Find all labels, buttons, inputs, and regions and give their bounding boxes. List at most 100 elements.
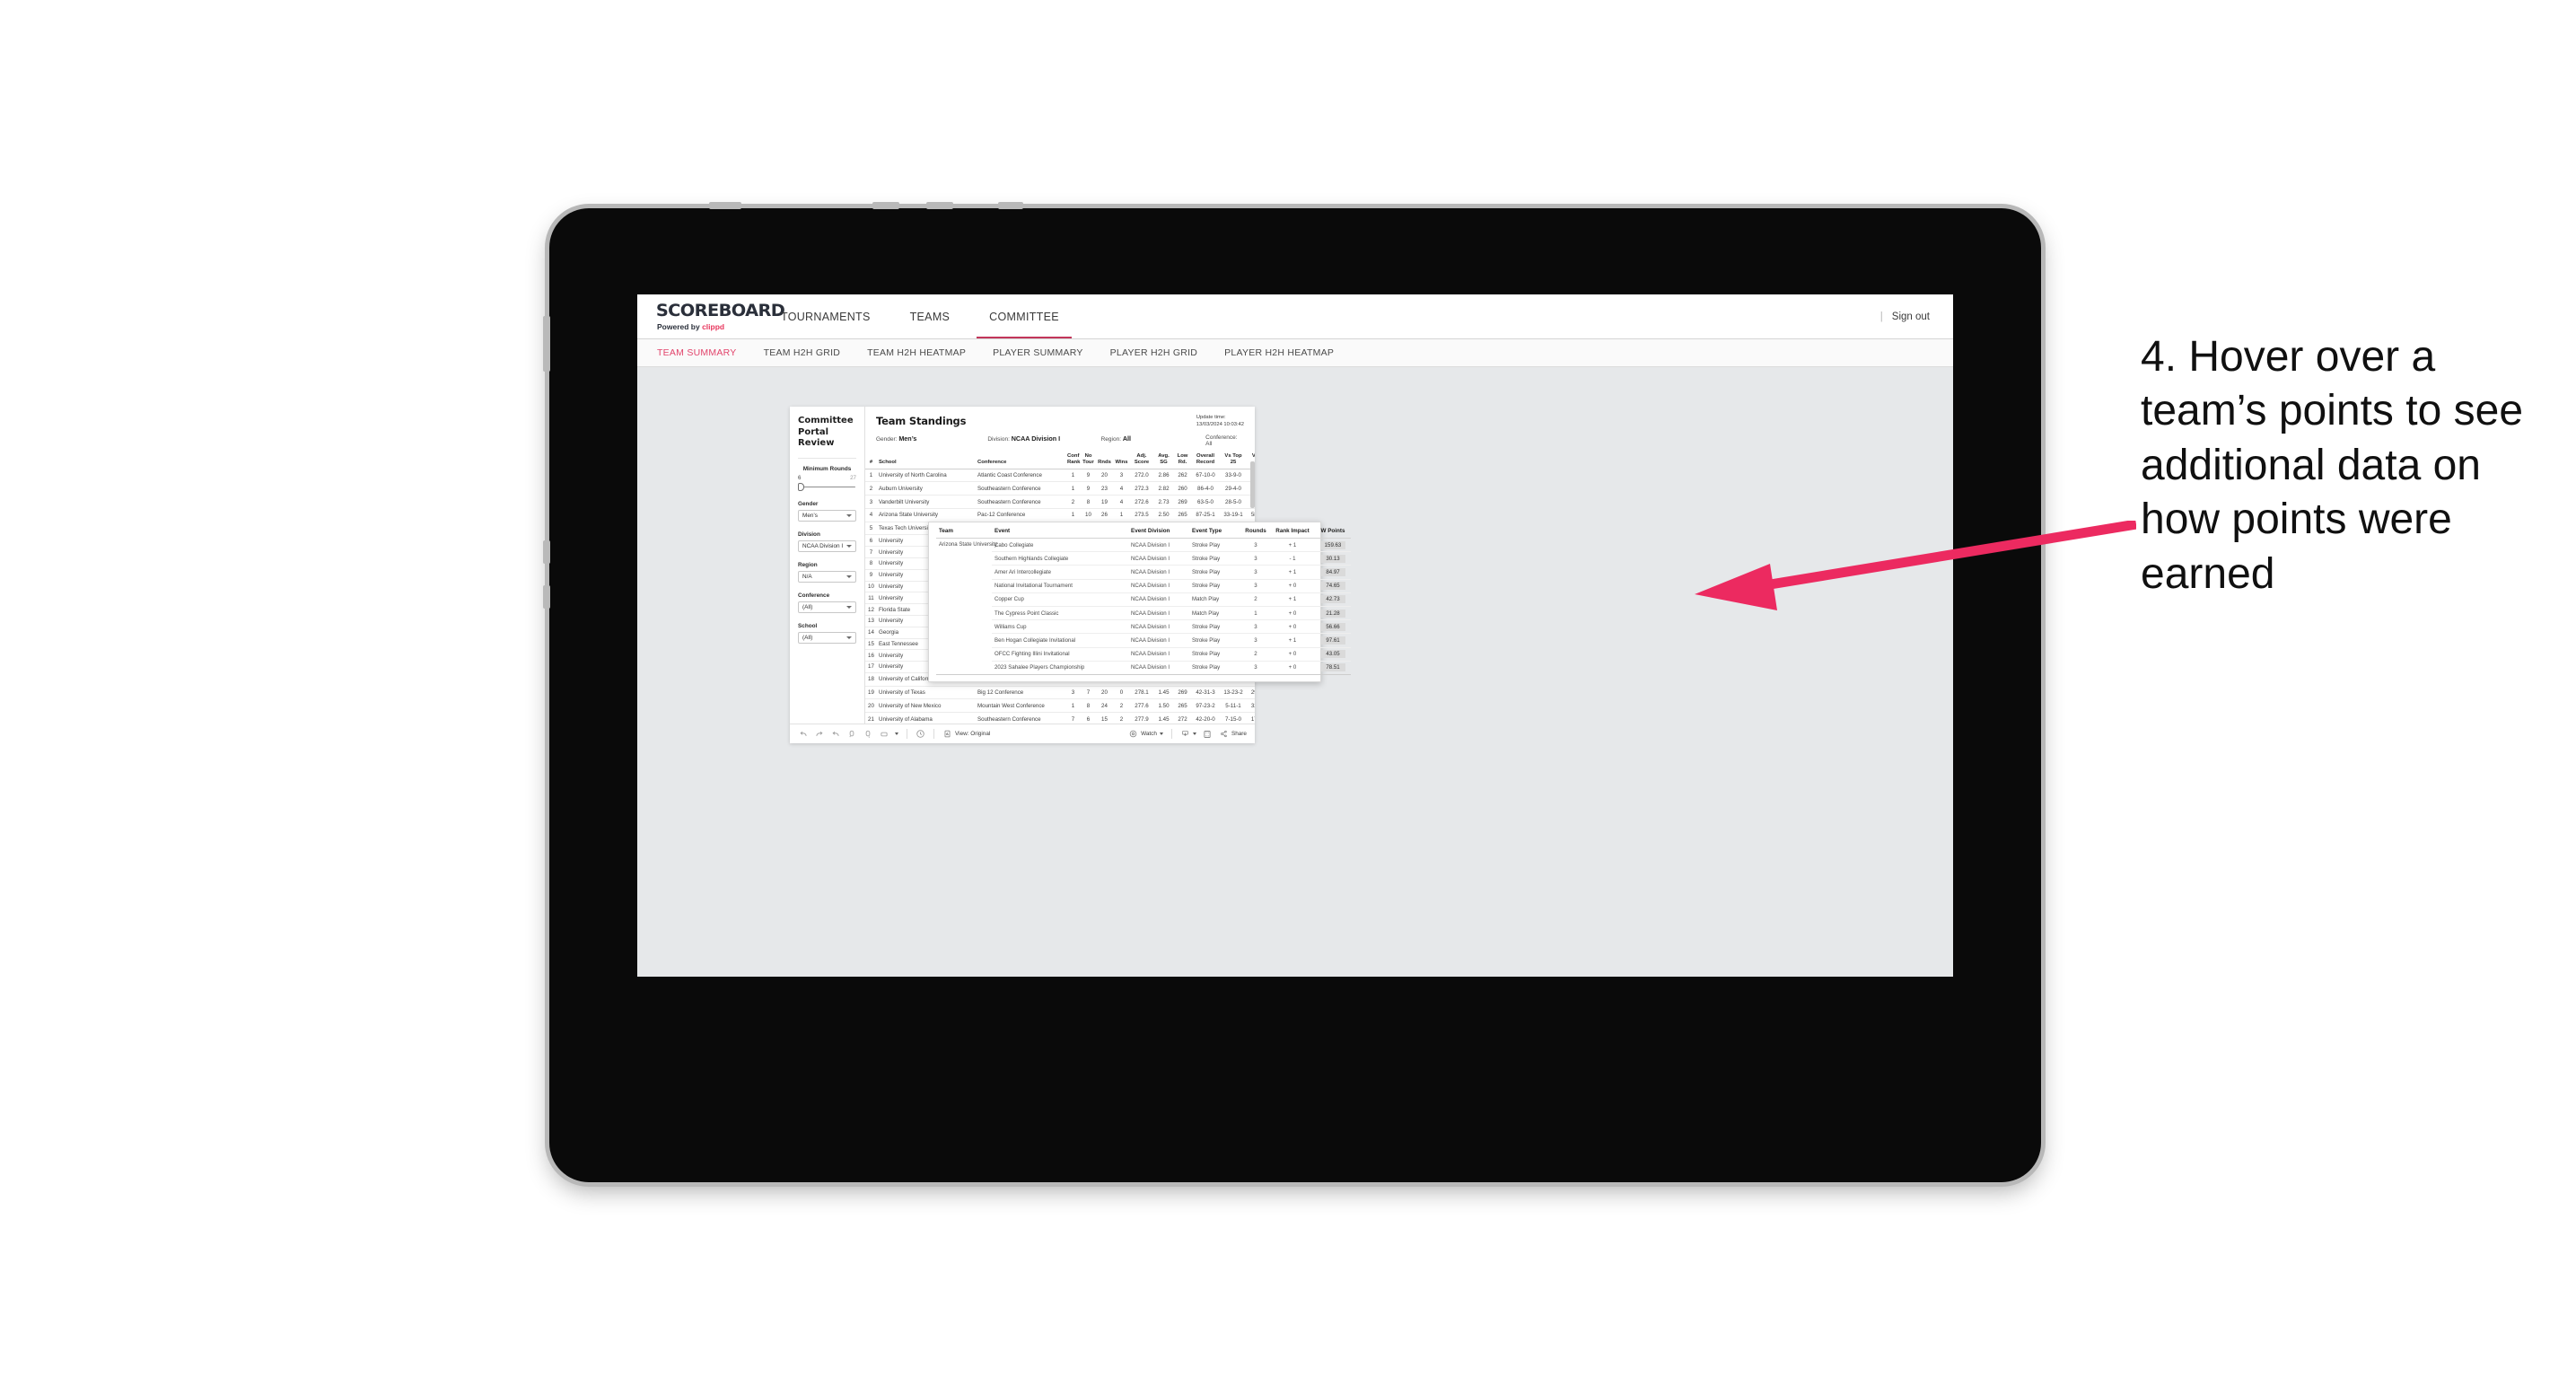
standings-col-header[interactable]: Wins (1113, 453, 1130, 469)
history-icon[interactable] (916, 729, 925, 739)
cell-t25: 33-19-1 (1220, 508, 1247, 522)
view-icon (942, 729, 952, 739)
standings-col-header[interactable]: Conference (976, 453, 1065, 469)
volume-up-button[interactable] (543, 540, 550, 564)
sign-out-link[interactable]: Sign out (1892, 311, 1930, 322)
table-row[interactable]: 3 Vanderbilt University Southeastern Confe… (865, 495, 1255, 509)
table-row[interactable]: 20 University of New Mexico Mountain West … (865, 698, 1255, 714)
standings-col-header[interactable]: No Tour (1081, 453, 1096, 469)
cell-event: Williams Cup (992, 619, 1128, 635)
volume-down-button[interactable] (543, 585, 550, 609)
gender-label: Gender (798, 500, 819, 507)
cell-ovr: 87-25-1 (1191, 508, 1220, 522)
cell-w-points: 43.05 (1315, 647, 1351, 662)
nav-tab-committee[interactable]: COMMITTEE (969, 294, 1079, 338)
crumb-conference-value: All (1205, 441, 1213, 447)
device-layout-caret-icon[interactable] (895, 732, 898, 735)
cell-event: Cabo Collegiate (992, 538, 1128, 553)
cell-conf: Pac-12 Conference (976, 508, 1065, 522)
crumb-region-value: All (1122, 434, 1131, 443)
minimum-rounds-slider[interactable] (798, 482, 856, 491)
cell-rank: 13 (865, 615, 877, 627)
standings-col-header[interactable]: School (877, 453, 976, 469)
pause-icon[interactable] (863, 729, 872, 739)
region-select[interactable]: N/A (798, 570, 856, 583)
cell-adj: 272.6 (1130, 495, 1153, 509)
school-select[interactable]: (All) (798, 631, 856, 644)
standings-col-header[interactable]: Adj. Score (1130, 453, 1153, 469)
vertical-scrollbar[interactable] (1250, 461, 1255, 508)
standings-col-header[interactable]: Rnds (1096, 453, 1113, 469)
standings-col-header[interactable]: Avg. SG (1153, 453, 1174, 469)
filter-minimum-rounds: Minimum Rounds 6 27 (798, 466, 856, 491)
sub-tab-team-h2h-heatmap[interactable]: TEAM H2H HEATMAP (867, 347, 966, 358)
table-row[interactable]: 21 University of Alabama Southeastern Conf… (865, 712, 1255, 724)
cell-school: University of Alabama (877, 712, 976, 724)
cell-t50: 32-19-2 (1247, 698, 1255, 714)
cell-low: 265 (1174, 698, 1191, 714)
sub-tab-team-summary[interactable]: TEAM SUMMARY (657, 347, 737, 358)
filter-sidebar: Committee Portal Review Minimum Rounds 6… (790, 407, 865, 724)
cell-rounds: 3 (1241, 565, 1270, 580)
sub-tab-player-summary[interactable]: PLAYER SUMMARY (993, 347, 1083, 358)
chevron-down-icon (846, 605, 852, 609)
refresh-icon[interactable] (846, 729, 856, 739)
table-row[interactable]: 1 University of North Carolina Atlantic Co… (865, 469, 1255, 483)
gender-select[interactable]: Men’s (798, 509, 856, 522)
cell-t25: 13-23-2 (1220, 686, 1247, 700)
cell-rank-impact: + 1 (1270, 633, 1315, 648)
app-logo[interactable]: SCOREBOARD Powered by clippd (637, 294, 785, 338)
standings-col-header[interactable]: Overall Record (1191, 453, 1220, 469)
revert-icon[interactable] (830, 729, 840, 739)
crumb-division: Division: NCAA Division I (987, 434, 1100, 447)
standings-col-header[interactable]: # (865, 453, 877, 469)
tooltip-row: The Cypress Point Classic NCAA Division I… (936, 606, 1351, 621)
cell-event-type: Stroke Play (1189, 647, 1241, 662)
nav-tab-tournaments[interactable]: TOURNAMENTS (761, 294, 890, 338)
breadcrumb: Gender: Men’s Division: NCAA Division I … (876, 434, 1244, 447)
fullscreen-icon[interactable] (1203, 729, 1213, 739)
cell-sg: 1.45 (1153, 712, 1174, 724)
table-row[interactable]: 19 University of Texas Big 12 Conference 3 7… (865, 686, 1255, 700)
page-title: Team Standings (876, 415, 967, 427)
nav-tab-tournaments-label: TOURNAMENTS (781, 310, 871, 323)
device-layout-icon[interactable] (879, 729, 889, 739)
cell-t50: 58-24-1 (1247, 508, 1255, 522)
download-button[interactable] (1180, 729, 1196, 739)
sub-tab-team-h2h-grid[interactable]: TEAM H2H GRID (764, 347, 841, 358)
division-select[interactable]: NCAA Division I (798, 539, 856, 552)
side-button-1[interactable] (543, 316, 550, 372)
watch-button[interactable]: Watch (1128, 729, 1163, 739)
cell-wins: 3 (1113, 469, 1130, 483)
sub-tab-player-h2h-grid[interactable]: PLAYER H2H GRID (1110, 347, 1198, 358)
annotation-text: 4. Hover over a team’s points to see add… (2141, 333, 2524, 598)
conference-select[interactable]: (All) (798, 601, 856, 613)
redo-icon[interactable] (814, 729, 824, 739)
tooltip-row: Copper Cup NCAA Division I Match Play 2 + 1 4… (936, 592, 1351, 607)
undo-icon[interactable] (798, 729, 808, 739)
table-row[interactable]: 2 Auburn University Southeastern Conferenc… (865, 481, 1255, 496)
view-original-button[interactable]: View: Original (942, 729, 990, 739)
standings-col-header[interactable]: Conf Rank (1065, 453, 1081, 469)
table-row[interactable]: 4 Arizona State University Pac-12 Conferen… (865, 508, 1255, 522)
standings-col-header[interactable]: Vs Top 25 (1220, 453, 1247, 469)
standings-header: Team Standings Update time: 13/03/2024 1… (865, 407, 1255, 447)
cell-rank: 11 (865, 592, 877, 605)
power-button[interactable] (709, 202, 741, 209)
crumb-division-label: Division: (987, 436, 1010, 443)
tooltip-table: Team Event Event Division Event Type Rounds R… (936, 528, 1351, 675)
slider-handle[interactable] (798, 482, 804, 491)
sub-tab-player-h2h-heatmap[interactable]: PLAYER H2H HEATMAP (1224, 347, 1334, 358)
nav-tab-teams[interactable]: TEAMS (890, 294, 970, 338)
cell-low: 269 (1174, 686, 1191, 700)
view-original-label: View: Original (955, 731, 991, 737)
standings-col-header[interactable]: Low Rd. (1174, 453, 1191, 469)
filter-conference: Conference (All) (798, 592, 856, 613)
cell-adj: 277.6 (1130, 698, 1153, 714)
share-button[interactable]: Share (1219, 729, 1247, 739)
tooltip-row: Ben Hogan Collegiate Invitational NCAA Di… (936, 633, 1351, 648)
cell-rank-impact: + 1 (1270, 565, 1315, 580)
cell-rank: 19 (865, 686, 877, 700)
w-points-value: 159.63 (1320, 540, 1345, 549)
cell-wins: 2 (1113, 698, 1130, 714)
